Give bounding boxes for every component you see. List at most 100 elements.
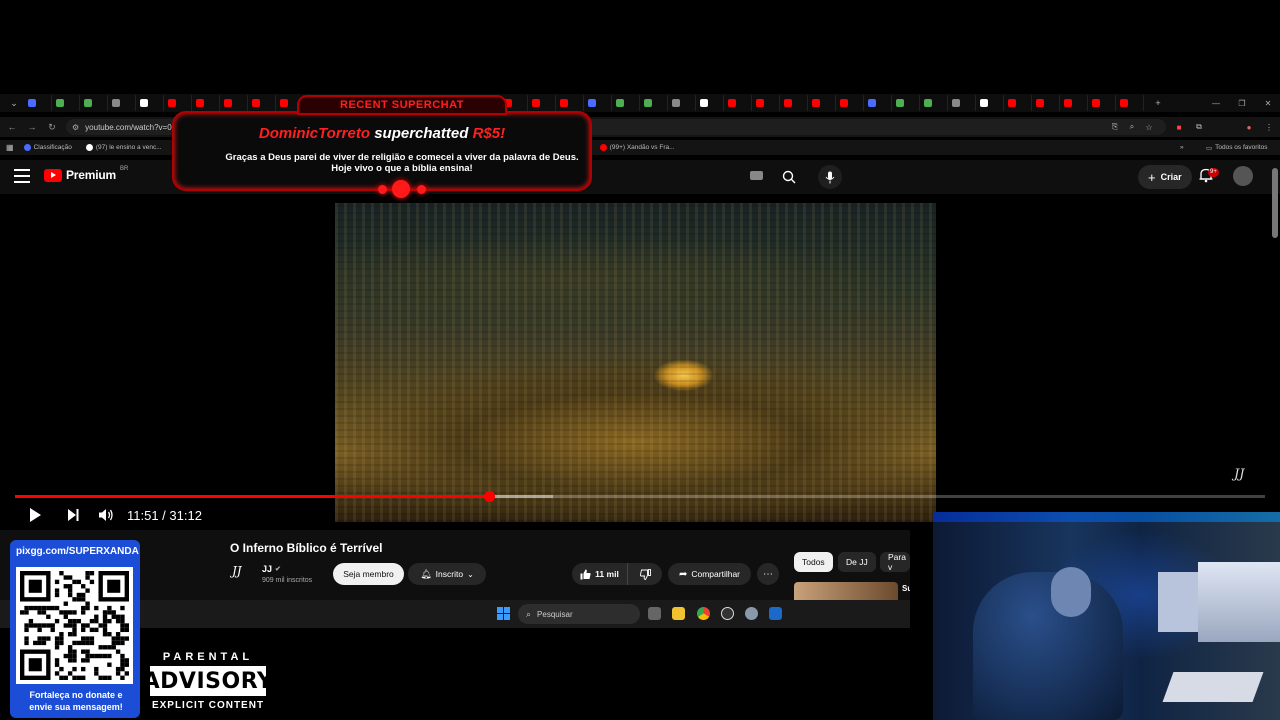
page-scrollbar[interactable]	[1272, 168, 1278, 238]
browser-tab[interactable]	[556, 95, 584, 111]
menu-icon[interactable]: ⋮	[1262, 120, 1276, 134]
browser-tab[interactable]	[808, 95, 836, 111]
chip-for-you[interactable]: Para v	[880, 552, 910, 572]
windows-start-icon[interactable]	[497, 607, 510, 620]
advisory-middle-text: ADVISORY	[143, 666, 273, 696]
browser-tab[interactable]	[976, 95, 1004, 111]
tab-favicon-icon	[1036, 99, 1044, 107]
browser-tab[interactable]	[248, 95, 276, 111]
file-explorer-icon[interactable]	[672, 607, 685, 620]
tab-search-icon[interactable]: ⌄	[4, 96, 24, 110]
play-button[interactable]	[25, 505, 45, 525]
browser-tab[interactable]	[528, 95, 556, 111]
browser-tab[interactable]	[780, 95, 808, 111]
channel-name[interactable]: JJ ✔	[262, 564, 281, 574]
keyboard-icon[interactable]	[750, 171, 763, 180]
back-icon[interactable]: ←	[2, 117, 22, 137]
account-avatar[interactable]	[1233, 166, 1253, 186]
apps-grid-icon[interactable]: ▦	[6, 143, 14, 152]
browser-tab[interactable]	[864, 95, 892, 111]
browser-tab[interactable]	[80, 95, 108, 111]
video-title: O Inferno Bíblico é Terrível	[230, 541, 383, 555]
dislike-button[interactable]	[628, 563, 662, 585]
browser-tab[interactable]	[108, 95, 136, 111]
task-view-icon[interactable]	[648, 607, 661, 620]
chrome-icon[interactable]	[697, 607, 710, 620]
bookmark-item[interactable]: (99+) Xandão vs Fra...	[599, 144, 675, 151]
settings-icon[interactable]	[745, 607, 758, 620]
restore-icon[interactable]: ❐	[1230, 94, 1254, 112]
bookmark-item[interactable]: Classificação	[23, 144, 72, 151]
browser-tab[interactable]	[668, 95, 696, 111]
browser-tab[interactable]	[52, 95, 80, 111]
new-tab-button[interactable]: +	[1148, 96, 1168, 110]
join-button[interactable]: Seja membro	[333, 563, 404, 585]
bookmark-star-icon[interactable]: ☆	[1142, 120, 1156, 134]
close-window-icon[interactable]: ✕	[1256, 94, 1280, 112]
subscribed-button[interactable]: 🔔︎ Inscrito ⌄	[408, 563, 486, 585]
browser-tab[interactable]	[836, 95, 864, 111]
share-button[interactable]: ➦ Compartilhar	[668, 563, 751, 585]
hamburger-menu-icon[interactable]	[14, 169, 30, 183]
like-button[interactable]: 11 mil	[572, 563, 628, 585]
progress-bar[interactable]	[15, 491, 1265, 502]
browser-tab[interactable]	[1060, 95, 1088, 111]
browser-tab[interactable]	[1116, 95, 1144, 111]
taskbar-search[interactable]: ⌕ Pesquisar	[518, 604, 640, 624]
all-bookmarks-folder[interactable]: ▭ Todos os favoritos	[1206, 144, 1268, 152]
channel-avatar[interactable]: JJ	[232, 564, 252, 582]
more-actions-button[interactable]: ⋯	[757, 563, 779, 585]
create-button[interactable]: + Criar	[1138, 165, 1192, 189]
extension-red-icon[interactable]: ■	[1172, 120, 1186, 134]
extension-icon[interactable]: ⧉	[1192, 120, 1206, 134]
browser-tab[interactable]	[220, 95, 248, 111]
install-icon[interactable]: ⎘	[1108, 120, 1122, 134]
profile-icon[interactable]: ●	[1242, 120, 1256, 134]
next-button[interactable]	[63, 505, 83, 525]
parental-advisory-label: PARENTAL ADVISORY EXPLICIT CONTENT	[143, 649, 273, 717]
browser-tab[interactable]	[612, 95, 640, 111]
browser-tab[interactable]	[920, 95, 948, 111]
search-button[interactable]	[774, 165, 804, 189]
browser-tab[interactable]	[192, 95, 220, 111]
browser-tab[interactable]	[1004, 95, 1032, 111]
youtube-logo[interactable]: Premium BR	[44, 166, 128, 182]
video-frame[interactable]	[335, 203, 936, 522]
bookmark-item[interactable]: (97) le ensino a venc...	[85, 144, 162, 151]
search-icon: ⌕	[526, 608, 532, 619]
site-info-icon[interactable]: ⚙	[72, 123, 79, 132]
browser-tab[interactable]	[584, 95, 612, 111]
url-text: youtube.com/watch?v=0	[85, 122, 172, 132]
reload-icon[interactable]: ↻	[42, 117, 62, 137]
browser-tab[interactable]	[640, 95, 668, 111]
recommendation-thumbnail[interactable]	[794, 582, 898, 600]
browser-tab[interactable]	[892, 95, 920, 111]
browser-tab[interactable]	[948, 95, 976, 111]
obs-icon[interactable]	[721, 607, 734, 620]
browser-tab[interactable]	[24, 95, 52, 111]
browser-tab[interactable]	[1088, 95, 1116, 111]
skip-next-icon	[68, 509, 79, 521]
browser-tab[interactable]	[164, 95, 192, 111]
browser-tab[interactable]	[724, 95, 752, 111]
browser-tab[interactable]	[1032, 95, 1060, 111]
steam-icon[interactable]	[769, 607, 782, 620]
tab-favicon-icon	[1092, 99, 1100, 107]
progress-scrubber[interactable]	[483, 491, 495, 502]
bookmarks-overflow-icon[interactable]: »	[1180, 144, 1184, 151]
forward-icon[interactable]: →	[22, 117, 42, 137]
volume-button[interactable]	[96, 505, 116, 525]
voice-search-button[interactable]	[818, 165, 842, 189]
chip-from-channel[interactable]: De JJ	[838, 552, 876, 572]
browser-tab[interactable]	[696, 95, 724, 111]
browser-tab-strip: ⌄ + — ❐ ✕	[0, 94, 1280, 112]
channel-watermark[interactable]: JJ	[1234, 467, 1244, 482]
tab-favicon-icon	[728, 99, 736, 107]
minimize-icon[interactable]: —	[1204, 94, 1228, 112]
chip-all[interactable]: Todos	[794, 552, 833, 572]
recommendation-title[interactable]: Su	[902, 584, 910, 593]
browser-tab[interactable]	[752, 95, 780, 111]
tab-favicon-icon	[532, 99, 540, 107]
zoom-icon[interactable]: ⌕	[1125, 120, 1139, 134]
browser-tab[interactable]	[136, 95, 164, 111]
